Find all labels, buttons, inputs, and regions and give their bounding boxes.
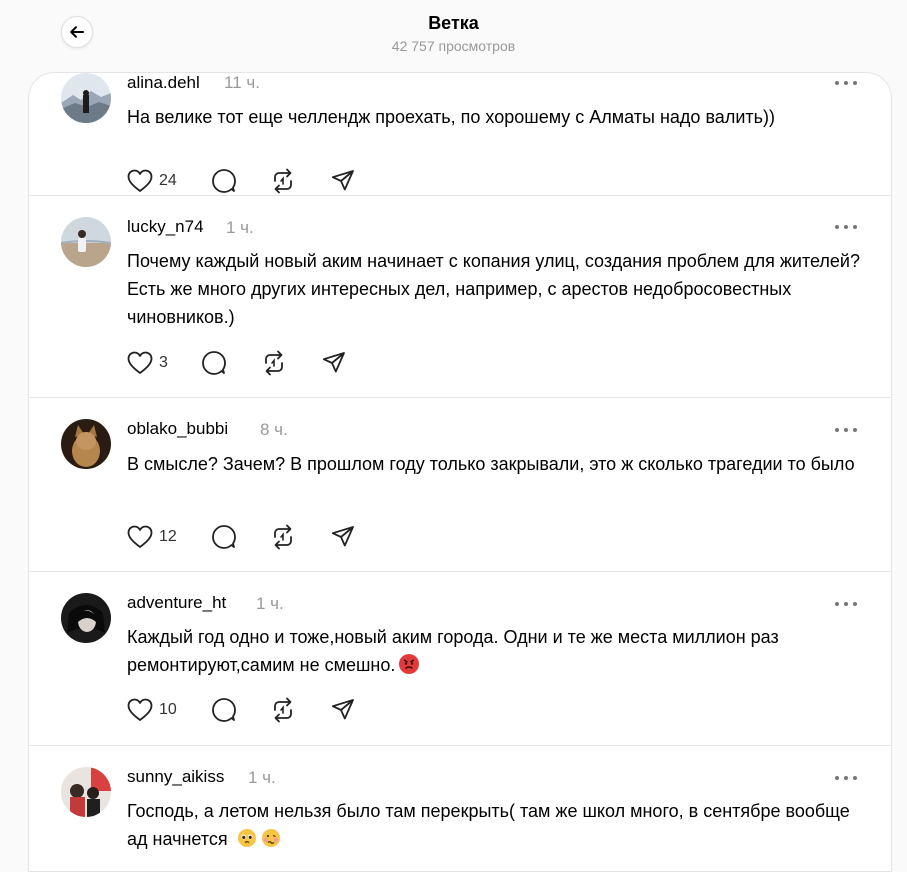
repost-icon [274, 697, 292, 723]
heart-icon [127, 351, 153, 374]
more-icon[interactable] [835, 426, 857, 434]
like-count: 24 [159, 172, 177, 189]
post-text: В смысле? Зачем? В прошлом году только з… [127, 454, 855, 474]
share-icon [331, 699, 354, 720]
repost-icon [274, 524, 292, 550]
more-icon[interactable] [835, 223, 857, 231]
angry-face-emoji [399, 654, 420, 674]
post-time: 11 ч. [224, 73, 260, 92]
avatar[interactable] [61, 217, 111, 267]
repost-button[interactable] [261, 349, 287, 377]
share-button[interactable] [331, 696, 355, 724]
like-count: 10 [159, 701, 177, 718]
post-text-content: Господь, а летом нельзя было там перекры… [127, 801, 850, 849]
repost-icon [274, 168, 292, 194]
like-button[interactable]: 24 [127, 167, 177, 195]
comment-button[interactable] [211, 167, 237, 195]
avatar[interactable] [61, 419, 111, 469]
comment-button[interactable] [201, 349, 227, 377]
like-button[interactable]: 12 [127, 523, 177, 551]
post-text-content: Каждый год одно и тоже,новый аким города… [127, 627, 779, 675]
share-icon [331, 170, 354, 191]
woozy-face-emoji [261, 828, 281, 848]
comment-icon [212, 698, 236, 722]
post-text: Каждый год одно и тоже,новый аким города… [127, 623, 867, 679]
avatar[interactable] [61, 593, 111, 643]
username[interactable]: oblako_bubbi [127, 419, 228, 439]
pleading-face-emoji [237, 828, 257, 848]
repost-button[interactable] [270, 523, 296, 551]
username[interactable]: lucky_n74 [127, 217, 204, 237]
post-text: Почему каждый новый аким начинает с копа… [127, 251, 860, 327]
post: lucky_n74 1 ч. Почему каждый новый аким … [29, 196, 891, 398]
avatar[interactable] [61, 767, 111, 817]
share-icon [331, 526, 354, 547]
views-count: 42 757 просмотров [391, 38, 516, 54]
post: oblako_bubbi 8 ч. В смысле? Зачем? В про… [29, 398, 891, 572]
like-button[interactable]: 3 [127, 349, 168, 377]
post-text: На велике тот еще челлендж проехать, по … [127, 107, 775, 127]
comment-icon [212, 169, 236, 193]
heart-icon [127, 169, 153, 192]
comment-icon [212, 525, 236, 549]
repost-button[interactable] [270, 696, 296, 724]
like-button[interactable]: 10 [127, 696, 177, 724]
post-text: Господь, а летом нельзя было там перекры… [127, 797, 867, 853]
replies-feed: alina.dehl 11 ч. На велике тот еще челле… [28, 72, 892, 872]
heart-icon [127, 698, 153, 721]
comment-button[interactable] [211, 523, 237, 551]
like-count: 12 [159, 528, 177, 545]
avatar[interactable] [61, 73, 111, 123]
post: alina.dehl 11 ч. На велике тот еще челле… [29, 73, 891, 196]
username[interactable]: alina.dehl [127, 73, 200, 93]
like-count: 3 [159, 354, 168, 371]
repost-icon [265, 350, 283, 376]
more-icon[interactable] [835, 600, 857, 608]
post-time: 1 ч. [256, 594, 284, 613]
post-time: 8 ч. [260, 420, 288, 439]
more-icon[interactable] [835, 774, 857, 782]
comment-icon [202, 351, 226, 375]
share-icon [322, 352, 345, 373]
post-time: 1 ч. [226, 218, 254, 237]
post: adventure_ht 1 ч. Каждый год одно и тоже… [29, 572, 891, 746]
share-button[interactable] [322, 349, 346, 377]
share-button[interactable] [331, 523, 355, 551]
post: sunny_aikiss 1 ч. Господь, а летом нельз… [29, 746, 891, 871]
repost-button[interactable] [270, 167, 296, 195]
share-button[interactable] [331, 167, 355, 195]
more-icon[interactable] [835, 79, 857, 87]
comment-button[interactable] [211, 696, 237, 724]
username[interactable]: sunny_aikiss [127, 767, 224, 787]
username[interactable]: adventure_ht [127, 593, 226, 613]
thread-header: Ветка 42 757 просмотров [0, 0, 907, 72]
heart-icon [127, 525, 153, 548]
page-title: Ветка [428, 13, 479, 33]
post-time: 1 ч. [248, 768, 276, 787]
